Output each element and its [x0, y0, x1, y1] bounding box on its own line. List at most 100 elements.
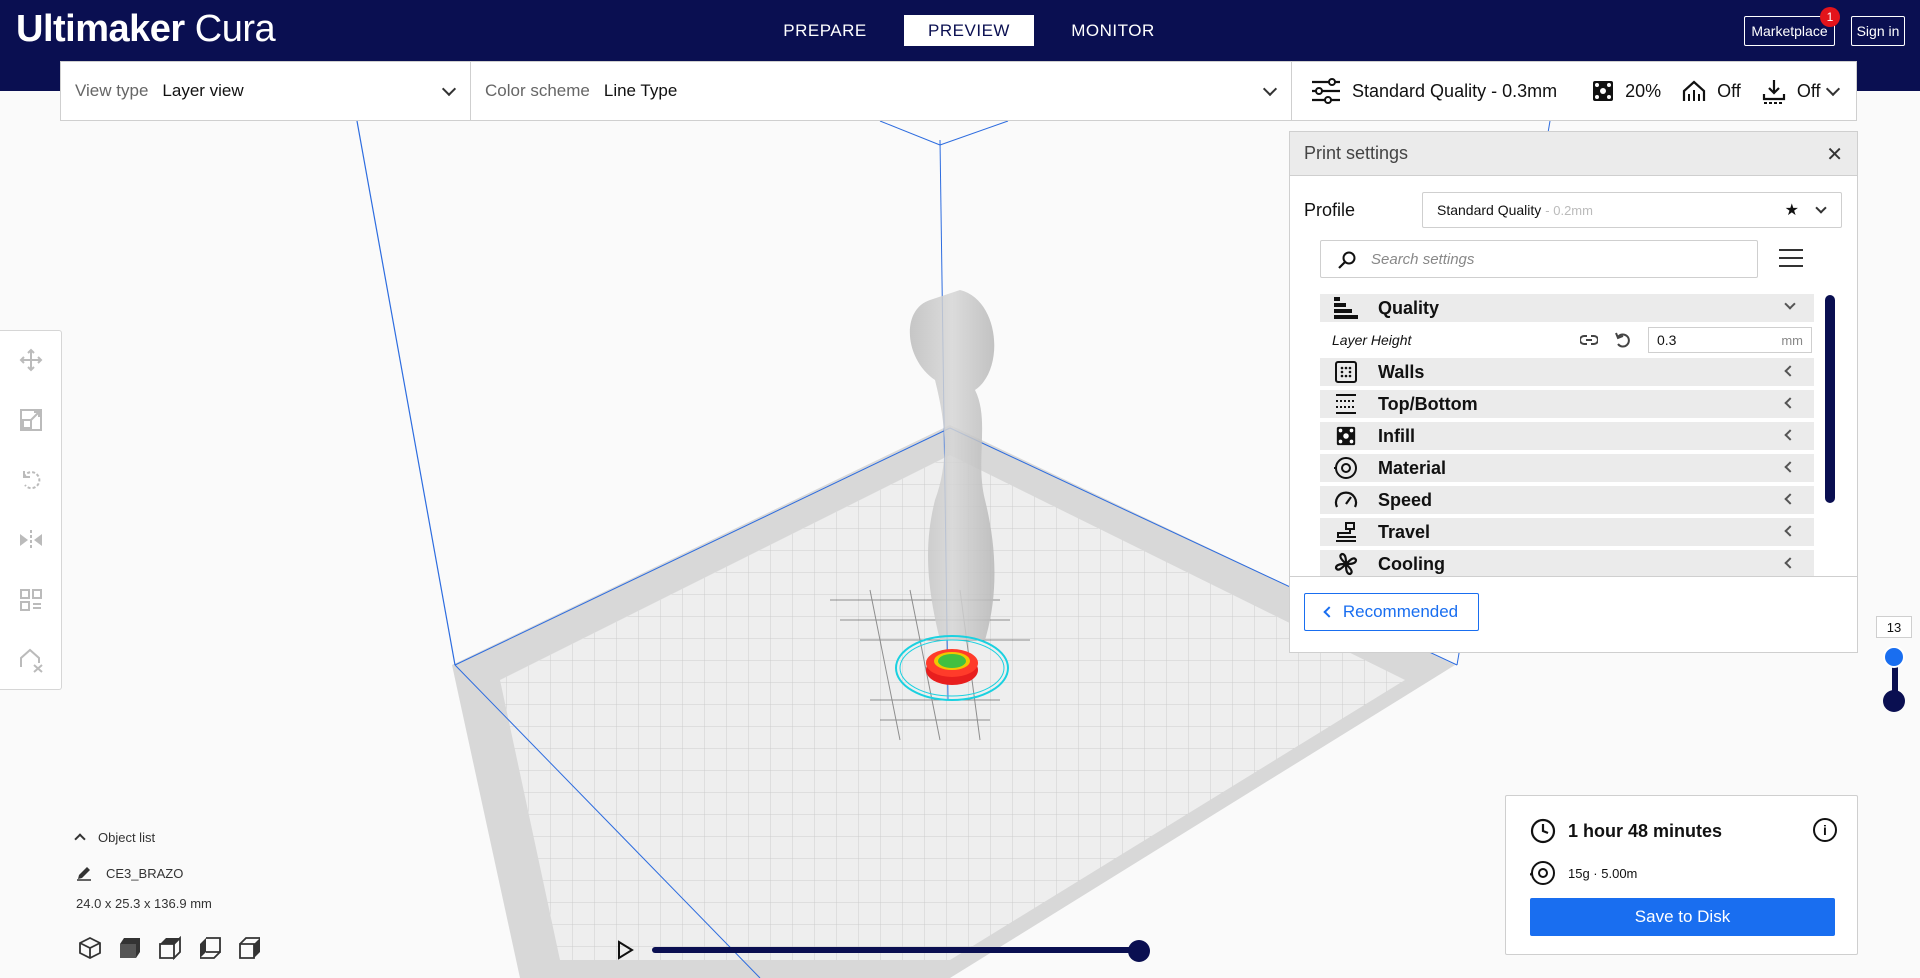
profile-label: Profile — [1304, 199, 1356, 220]
brand-name: Ultimaker — [16, 8, 185, 50]
info-icon[interactable]: i — [1813, 818, 1837, 842]
color-scheme-label: Color scheme — [485, 81, 590, 100]
object-name-row[interactable]: CE3_BRAZO — [76, 862, 212, 884]
category-label: Top/Bottom — [1378, 393, 1478, 414]
category-quality[interactable]: Quality — [1320, 294, 1814, 322]
category-label: Walls — [1378, 361, 1425, 382]
per-model-settings-button[interactable] — [18, 587, 44, 613]
category-label: Speed — [1378, 489, 1433, 510]
move-tool-button[interactable] — [18, 347, 44, 373]
chevron-left-icon — [1784, 365, 1796, 377]
tab-preview[interactable]: PREVIEW — [904, 15, 1034, 46]
layer-number-input[interactable]: 13 — [1876, 616, 1912, 638]
view-front-button[interactable] — [116, 935, 144, 961]
chevron-left-icon — [1784, 397, 1796, 409]
object-dimensions: 24.0 x 25.3 x 136.9 mm — [76, 892, 212, 914]
mirror-tool-button[interactable] — [18, 527, 44, 553]
move-icon — [19, 348, 43, 372]
tab-monitor[interactable]: MONITOR — [1048, 15, 1178, 46]
profile-sub: - 0.2mm — [1545, 202, 1593, 218]
support-blocker-button[interactable] — [18, 647, 44, 673]
rotate-icon — [23, 471, 41, 490]
view-type-value: Layer view — [162, 81, 244, 100]
cube-left-icon — [200, 937, 221, 959]
layer-height-value: 0.3 — [1657, 332, 1677, 348]
support-blocker-icon — [20, 648, 43, 673]
view-top-button[interactable] — [156, 935, 184, 961]
layer-slider-upper-handle[interactable] — [1883, 646, 1905, 668]
material-usage: 15g · 5.00m — [1568, 865, 1638, 881]
link-icon[interactable] — [1580, 332, 1598, 348]
recommended-label: Recommended — [1342, 602, 1459, 621]
close-icon[interactable]: ✕ — [1826, 142, 1843, 167]
print-settings-title: Print settings — [1304, 143, 1409, 163]
category-label: Cooling — [1378, 553, 1445, 574]
scale-tool-button[interactable] — [18, 407, 44, 433]
category-top-bottom[interactable]: Top/Bottom — [1320, 390, 1814, 418]
setting-layer-height: Layer Height 0.3 mm — [1320, 326, 1814, 354]
reset-icon[interactable] — [1614, 331, 1632, 349]
chevron-down-icon[interactable] — [1825, 81, 1841, 97]
layer-height-unit: mm — [1781, 332, 1803, 348]
chevron-left-icon — [1784, 429, 1796, 441]
infill-icon — [1332, 424, 1360, 448]
print-settings-summary[interactable]: Standard Quality - 0.3mm 20% Off Off — [1292, 62, 1856, 120]
layer-height-input[interactable]: 0.3 mm — [1648, 327, 1812, 353]
playback-slider-handle[interactable] — [1128, 940, 1150, 962]
sign-in-button[interactable]: Sign in — [1851, 16, 1905, 46]
chevron-left-icon — [1784, 493, 1796, 505]
profile-dropdown[interactable]: Standard Quality - 0.2mm ★ — [1422, 192, 1842, 228]
rotate-tool-button[interactable] — [18, 467, 44, 493]
cube-right-icon — [239, 937, 260, 959]
material-usage-row: 15g · 5.00m — [1530, 860, 1637, 886]
marketplace-badge: 1 — [1820, 7, 1840, 27]
view-3d-button[interactable] — [76, 935, 104, 961]
support-summary: Off — [1717, 80, 1741, 101]
color-scheme-selector[interactable]: Color scheme Line Type — [471, 62, 1292, 120]
stage-tabs: PREPARE PREVIEW MONITOR — [760, 15, 1192, 46]
layer-playback-slider[interactable] — [652, 947, 1141, 953]
category-speed[interactable]: Speed — [1320, 486, 1814, 514]
top-bottom-icon — [1332, 392, 1360, 416]
settings-scrollbar[interactable] — [1825, 295, 1835, 503]
search-icon — [1338, 251, 1356, 269]
category-travel[interactable]: Travel — [1320, 518, 1814, 546]
settings-category-list: Quality Layer Height 0.3 mm Walls Top/Bo… — [1320, 294, 1814, 576]
spool-icon — [1530, 861, 1555, 885]
recommended-button[interactable]: Recommended — [1304, 593, 1479, 631]
settings-sliders-icon — [1312, 78, 1340, 104]
chevron-down-icon — [1262, 81, 1278, 97]
tab-prepare[interactable]: PREPARE — [760, 15, 890, 46]
chevron-left-icon — [1784, 461, 1796, 473]
print-settings-footer: Recommended — [1290, 576, 1857, 652]
marketplace-button[interactable]: Marketplace 1 — [1744, 7, 1840, 46]
category-label: Travel — [1378, 521, 1431, 542]
layer-slider-lower-handle[interactable] — [1883, 690, 1905, 712]
category-label: Quality — [1378, 297, 1440, 318]
category-material[interactable]: Material — [1320, 454, 1814, 482]
view-left-button[interactable] — [196, 935, 224, 961]
chevron-left-icon — [1784, 525, 1796, 537]
settings-menu-icon[interactable] — [1779, 248, 1803, 268]
chevron-down-icon — [1784, 298, 1796, 310]
print-settings-panel: Print settings ✕ Profile Standard Qualit… — [1289, 131, 1858, 653]
chevron-left-icon — [1323, 606, 1335, 618]
category-infill[interactable]: Infill — [1320, 422, 1814, 450]
category-label: Material — [1378, 457, 1447, 478]
object-list-toggle[interactable]: Object list — [74, 826, 212, 848]
search-settings-input[interactable]: Search settings — [1320, 240, 1758, 278]
view-type-selector[interactable]: View type Layer view — [61, 62, 471, 120]
category-cooling[interactable]: Cooling — [1320, 550, 1814, 576]
play-icon[interactable] — [615, 940, 635, 960]
save-to-disk-button[interactable]: Save to Disk — [1530, 898, 1835, 936]
quality-icon — [1332, 296, 1360, 320]
cube-3d-icon — [79, 936, 101, 960]
adhesion-icon — [1762, 80, 1785, 104]
category-walls[interactable]: Walls — [1320, 358, 1814, 386]
print-settings-header: Print settings ✕ — [1290, 132, 1857, 176]
marketplace-label: Marketplace — [1751, 23, 1828, 39]
speed-icon — [1332, 488, 1360, 512]
view-right-button[interactable] — [236, 935, 264, 961]
support-icon — [1683, 80, 1706, 101]
chevron-down-icon — [441, 81, 457, 97]
